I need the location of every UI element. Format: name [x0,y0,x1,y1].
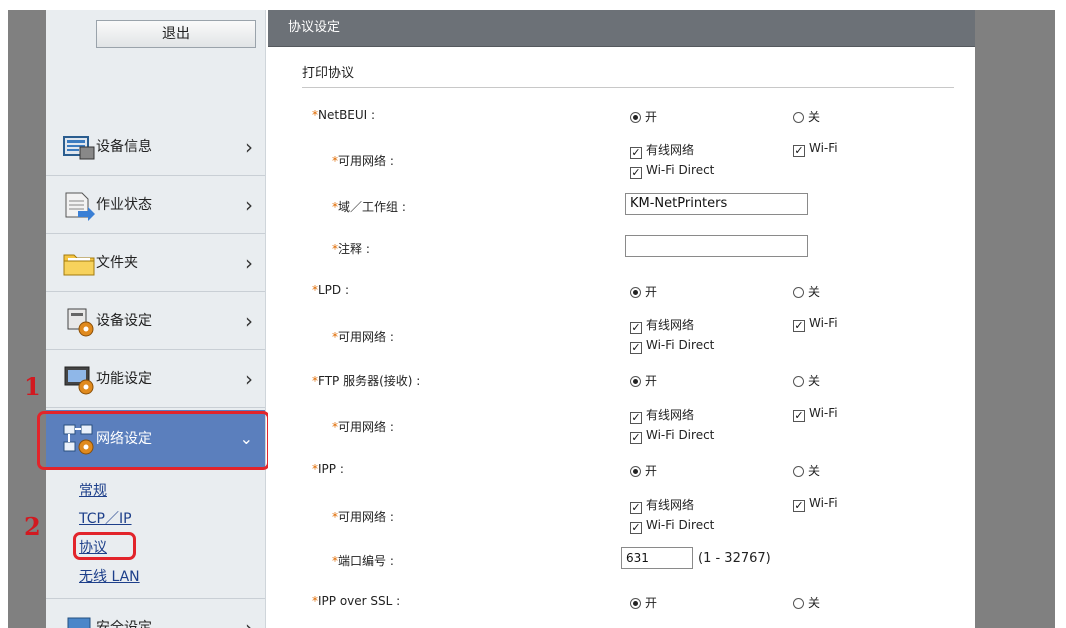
sidebar-item-label: 设备设定 [96,313,152,329]
radio-selected-icon [630,466,641,477]
radio-icon [793,112,804,123]
netbeui-label: *NetBEUI : [312,108,376,122]
comment-input[interactable] [625,235,808,257]
submenu-general-link[interactable]: 常规 [79,480,107,500]
radio-icon [793,287,804,298]
lpd-network-label: *可用网络 : [332,330,394,344]
ftp-label: *FTP 服务器(接收) : [312,374,421,388]
netbeui-wifi-checkbox[interactable]: ✓ Wi-Fi [793,141,838,157]
radio-selected-icon [630,598,641,609]
checkbox-checked-icon: ✓ [793,409,805,422]
radio-selected-icon [630,112,641,123]
ipp-ssl-on-radio[interactable]: 开 [630,594,657,611]
sidebar-item-device-info[interactable]: 设备信息 › [46,118,265,176]
sidebar-item-label: 作业状态 [96,197,152,213]
radio-icon [793,598,804,609]
chevron-right-icon: › [245,309,253,333]
ftp-network-label: *可用网络 : [332,420,394,434]
netbeui-network-label: *可用网络 : [332,154,394,168]
workgroup-label: *域／工作组 : [332,200,406,214]
sidebar-item-security-settings[interactable]: 安全设定 › [46,598,265,628]
netbeui-wifi-direct-checkbox[interactable]: ✓ Wi-Fi Direct [630,163,714,179]
folder-icon [63,254,95,276]
lpd-wifi-direct-checkbox[interactable]: ✓ Wi-Fi Direct [630,338,714,354]
sidebar-item-folder[interactable]: 文件夹 › [46,234,265,292]
workgroup-input[interactable]: KM-NetPrinters [625,193,808,215]
ipp-wifi-checkbox[interactable]: ✓ Wi-Fi [793,496,838,512]
ftp-off-radio[interactable]: 关 [793,372,820,389]
checkbox-checked-icon: ✓ [630,521,642,534]
screen: 退出 设备信息 › 作业状态 › 文件夹 › 设备设定 › 功能设定 › 网络设… [0,0,1066,628]
ipp-off-radio[interactable]: 关 [793,462,820,479]
checkbox-checked-icon: ✓ [630,501,642,514]
device-settings-icon [67,308,94,337]
highlight-network-settings [37,411,270,470]
step-2-marker: 2 [24,512,41,541]
chevron-right-icon: › [245,251,253,275]
checkbox-checked-icon: ✓ [630,341,642,354]
netbeui-on-radio[interactable]: 开 [630,108,657,125]
ipp-wifi-direct-checkbox[interactable]: ✓ Wi-Fi Direct [630,518,714,534]
ftp-on-radio[interactable]: 开 [630,372,657,389]
shield-icon [67,617,91,628]
checkbox-checked-icon: ✓ [630,146,642,159]
chevron-right-icon: › [245,135,253,159]
radio-icon [793,466,804,477]
ipp-ssl-off-radio[interactable]: 关 [793,594,820,611]
checkbox-checked-icon: ✓ [793,144,805,157]
right-margin [975,10,1055,628]
highlight-protocol [73,532,136,560]
sidebar-item-label: 安全设定 [96,620,152,628]
step-1-marker: 1 [24,372,41,401]
port-range-text: (1 - 32767) [698,551,771,566]
sidebar-item-label: 文件夹 [96,255,138,271]
checkbox-checked-icon: ✓ [630,411,642,424]
sidebar-item-label: 设备信息 [96,139,152,155]
radio-icon [793,376,804,387]
radio-selected-icon [630,287,641,298]
submenu-tcpip-link[interactable]: TCP／IP [79,508,132,528]
checkbox-checked-icon: ✓ [793,319,805,332]
netbeui-wired-checkbox[interactable]: ✓ 有线网络 [630,141,694,159]
lpd-wired-checkbox[interactable]: ✓ 有线网络 [630,316,694,334]
ipp-network-label: *可用网络 : [332,510,394,524]
lpd-label: *LPD : [312,283,350,297]
device-info-icon [63,136,95,160]
ipp-ssl-label: *IPP over SSL : [312,594,401,608]
netbeui-off-radio[interactable]: 关 [793,108,820,125]
comment-label: *注释 : [332,242,370,256]
chevron-right-icon: › [245,193,253,217]
sidebar-item-job-status[interactable]: 作业状态 › [46,176,265,234]
job-status-icon [65,192,95,221]
lpd-wifi-checkbox[interactable]: ✓ Wi-Fi [793,316,838,332]
ipp-wired-checkbox[interactable]: ✓ 有线网络 [630,496,694,514]
lpd-off-radio[interactable]: 关 [793,283,820,300]
checkbox-checked-icon: ✓ [630,166,642,179]
ftp-wifi-checkbox[interactable]: ✓ Wi-Fi [793,406,838,422]
lpd-on-radio[interactable]: 开 [630,283,657,300]
main-content: 协议设定 打印协议 *NetBEUI : 开 关 *可用网络 : ✓ 有线网络 ✓… [268,10,975,628]
function-settings-icon [64,366,94,395]
ftp-wifi-direct-checkbox[interactable]: ✓ Wi-Fi Direct [630,428,714,444]
page-header: 协议设定 [268,10,975,47]
ftp-wired-checkbox[interactable]: ✓ 有线网络 [630,406,694,424]
ipp-on-radio[interactable]: 开 [630,462,657,479]
page-title: 协议设定 [288,20,341,35]
checkbox-checked-icon: ✓ [793,499,805,512]
chevron-right-icon: › [245,616,253,628]
port-label: *端口编号 : [332,554,394,568]
sidebar-item-function-settings[interactable]: 功能设定 › [46,350,265,408]
logout-button[interactable]: 退出 [96,20,256,48]
section-title: 打印协议 [302,66,355,81]
ipp-label: *IPP : [312,462,344,476]
sidebar-item-label: 功能设定 [96,371,152,387]
port-input[interactable]: 631 [621,547,693,569]
chevron-right-icon: › [245,367,253,391]
sidebar-item-device-settings[interactable]: 设备设定 › [46,292,265,350]
radio-selected-icon [630,376,641,387]
checkbox-checked-icon: ✓ [630,321,642,334]
submenu-wireless-lan-link[interactable]: 无线 LAN [79,566,140,586]
checkbox-checked-icon: ✓ [630,431,642,444]
section-divider [302,87,954,88]
